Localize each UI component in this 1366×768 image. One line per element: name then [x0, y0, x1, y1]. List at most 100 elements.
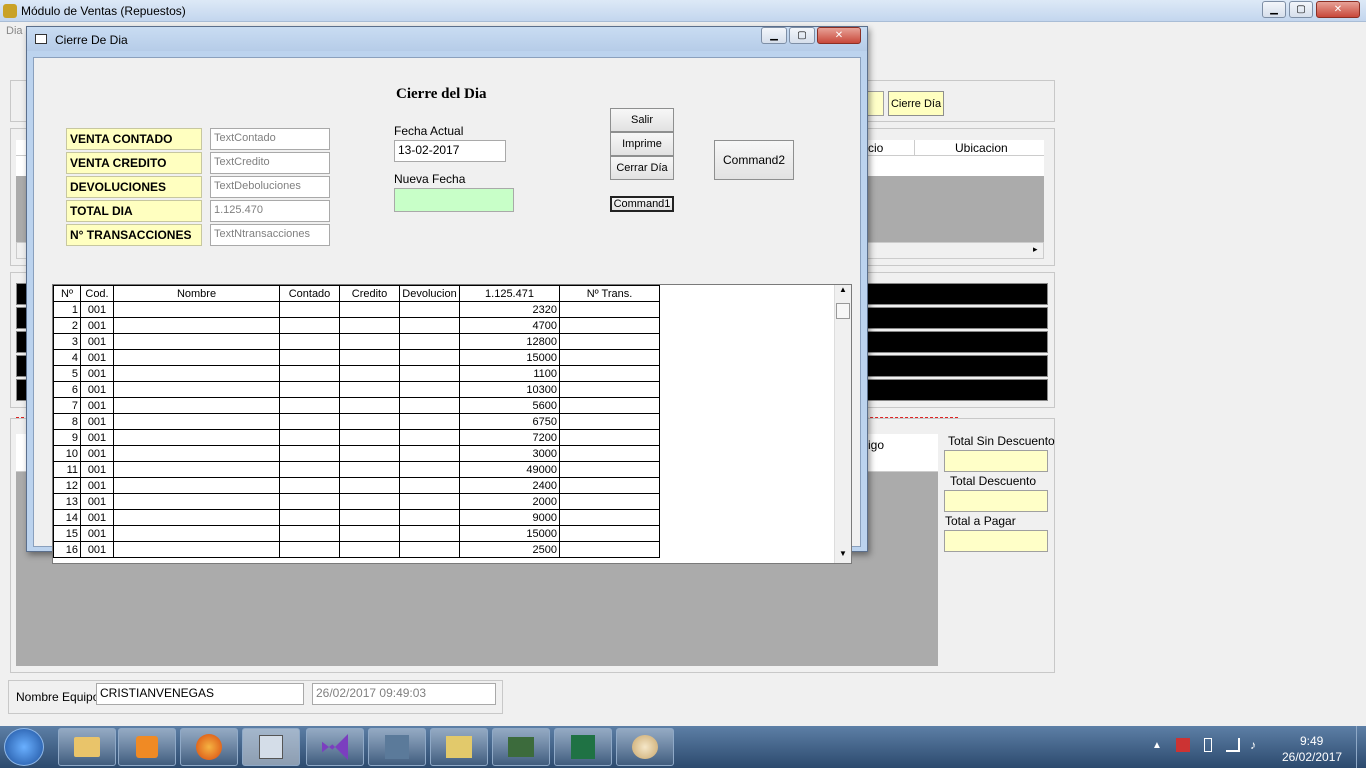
grid-cell[interactable]: 2400 — [459, 477, 560, 494]
grid-cell[interactable]: 14 — [53, 509, 81, 526]
n-transacciones-field[interactable]: TextNtransacciones — [210, 224, 330, 246]
grid-cell[interactable]: 7 — [53, 397, 81, 414]
grid-cell[interactable] — [339, 541, 400, 558]
grid-cell[interactable]: 4700 — [459, 317, 560, 334]
table-row[interactable]: 2 001 4700 — [53, 317, 660, 334]
grid-cell[interactable]: 001 — [80, 301, 114, 318]
grid-cell[interactable] — [559, 493, 660, 510]
tray-expand-icon[interactable]: ▲ — [1152, 740, 1162, 751]
grid-cell[interactable] — [399, 445, 460, 462]
grid-cell[interactable] — [339, 509, 400, 526]
grid-cell[interactable] — [113, 509, 280, 526]
grid-cell[interactable] — [559, 397, 660, 414]
grid-cell[interactable]: 001 — [80, 397, 114, 414]
grid-cell[interactable] — [279, 493, 340, 510]
taskbar-tools-button[interactable] — [368, 728, 426, 766]
grid-cell[interactable] — [559, 381, 660, 398]
grid-cell[interactable]: 8 — [53, 413, 81, 430]
grid-cell[interactable]: 49000 — [459, 461, 560, 478]
grid-cell[interactable] — [339, 477, 400, 494]
grid-column-header[interactable]: Contado — [279, 285, 340, 302]
clock-time[interactable]: 9:49 — [1300, 734, 1323, 748]
grid-cell[interactable]: 001 — [80, 365, 114, 382]
grid-cell[interactable] — [559, 541, 660, 558]
grid-cell[interactable]: 10 — [53, 445, 81, 462]
grid-cell[interactable]: 001 — [80, 429, 114, 446]
grid-cell[interactable] — [339, 525, 400, 542]
grid-cell[interactable] — [279, 333, 340, 350]
grid-cell[interactable]: 001 — [80, 477, 114, 494]
grid-cell[interactable]: 9 — [53, 429, 81, 446]
grid-cell[interactable] — [113, 365, 280, 382]
grid-cell[interactable] — [399, 317, 460, 334]
grid-cell[interactable] — [339, 301, 400, 318]
taskbar-excel-button[interactable] — [554, 728, 612, 766]
grid-cell[interactable] — [399, 493, 460, 510]
grid-cell[interactable] — [559, 477, 660, 494]
grid-cell[interactable] — [399, 413, 460, 430]
table-row[interactable]: 8 001 6750 — [53, 413, 660, 430]
grid-cell[interactable] — [279, 413, 340, 430]
grid-cell[interactable] — [113, 333, 280, 350]
grid-cell[interactable]: 9000 — [459, 509, 560, 526]
grid-cell[interactable] — [279, 525, 340, 542]
grid-cell[interactable] — [113, 461, 280, 478]
grid-cell[interactable] — [559, 365, 660, 382]
grid-cell[interactable] — [339, 493, 400, 510]
dialog-minimize-button[interactable]: ▁ — [761, 27, 787, 44]
grid-cell[interactable]: 2320 — [459, 301, 560, 318]
table-row[interactable]: 4 001 15000 — [53, 349, 660, 366]
grid-cell[interactable] — [279, 381, 340, 398]
total-descuento-field[interactable] — [944, 490, 1048, 512]
grid-cell[interactable]: 6750 — [459, 413, 560, 430]
show-desktop-button[interactable] — [1356, 726, 1366, 768]
grid-cell[interactable]: 12800 — [459, 333, 560, 350]
grid-cell[interactable]: 1100 — [459, 365, 560, 382]
grid-cell[interactable] — [339, 333, 400, 350]
grid-cell[interactable] — [559, 317, 660, 334]
grid-cell[interactable] — [279, 317, 340, 334]
grid-cell[interactable]: 001 — [80, 525, 114, 542]
grid-cell[interactable] — [399, 477, 460, 494]
grid-cell[interactable]: 001 — [80, 333, 114, 350]
grid-cell[interactable] — [279, 445, 340, 462]
grid-cell[interactable] — [559, 445, 660, 462]
table-row[interactable]: 1 001 2320 — [53, 301, 660, 318]
grid-cell[interactable] — [113, 349, 280, 366]
grid-cell[interactable]: 5 — [53, 365, 81, 382]
grid-cell[interactable] — [339, 365, 400, 382]
grid-cell[interactable] — [399, 333, 460, 350]
grid-cell[interactable] — [559, 429, 660, 446]
table-row[interactable]: 16 001 2500 — [53, 541, 660, 558]
grid-cell[interactable] — [113, 525, 280, 542]
nombre-equipo-field[interactable]: CRISTIANVENEGAS — [96, 683, 304, 705]
grid-cell[interactable] — [339, 429, 400, 446]
grid-cell[interactable] — [559, 333, 660, 350]
grid-cell[interactable]: 001 — [80, 381, 114, 398]
grid-cell[interactable] — [399, 349, 460, 366]
grid-column-header[interactable]: Credito — [339, 285, 400, 302]
grid-cell[interactable]: 4 — [53, 349, 81, 366]
table-row[interactable]: 9 001 7200 — [53, 429, 660, 446]
grid-cell[interactable] — [279, 541, 340, 558]
grid-cell[interactable] — [399, 381, 460, 398]
menu-item-dia[interactable]: Dia — [6, 25, 23, 37]
taskbar-dataform-button[interactable] — [430, 728, 488, 766]
grid-cell[interactable]: 7200 — [459, 429, 560, 446]
table-row[interactable]: 3 001 12800 — [53, 333, 660, 350]
grid-cell[interactable] — [559, 413, 660, 430]
network-error-icon[interactable] — [1176, 738, 1190, 752]
grid-cell[interactable] — [399, 541, 460, 558]
grid-cell[interactable] — [279, 461, 340, 478]
grid-column-header[interactable]: Nº — [53, 285, 81, 302]
total-dia-field[interactable]: 1.125.470 — [210, 200, 330, 222]
table-row[interactable]: 10 001 3000 — [53, 445, 660, 462]
grid-cell[interactable] — [339, 413, 400, 430]
grid-cell[interactable] — [113, 477, 280, 494]
grid-cell[interactable] — [399, 509, 460, 526]
grid-vertical-scrollbar[interactable]: ▲ ▼ — [834, 285, 851, 563]
scroll-down-icon[interactable]: ▼ — [839, 549, 847, 558]
total-a-pagar-field[interactable] — [944, 530, 1048, 552]
grid-cell[interactable] — [399, 397, 460, 414]
grid-cell[interactable]: 5600 — [459, 397, 560, 414]
